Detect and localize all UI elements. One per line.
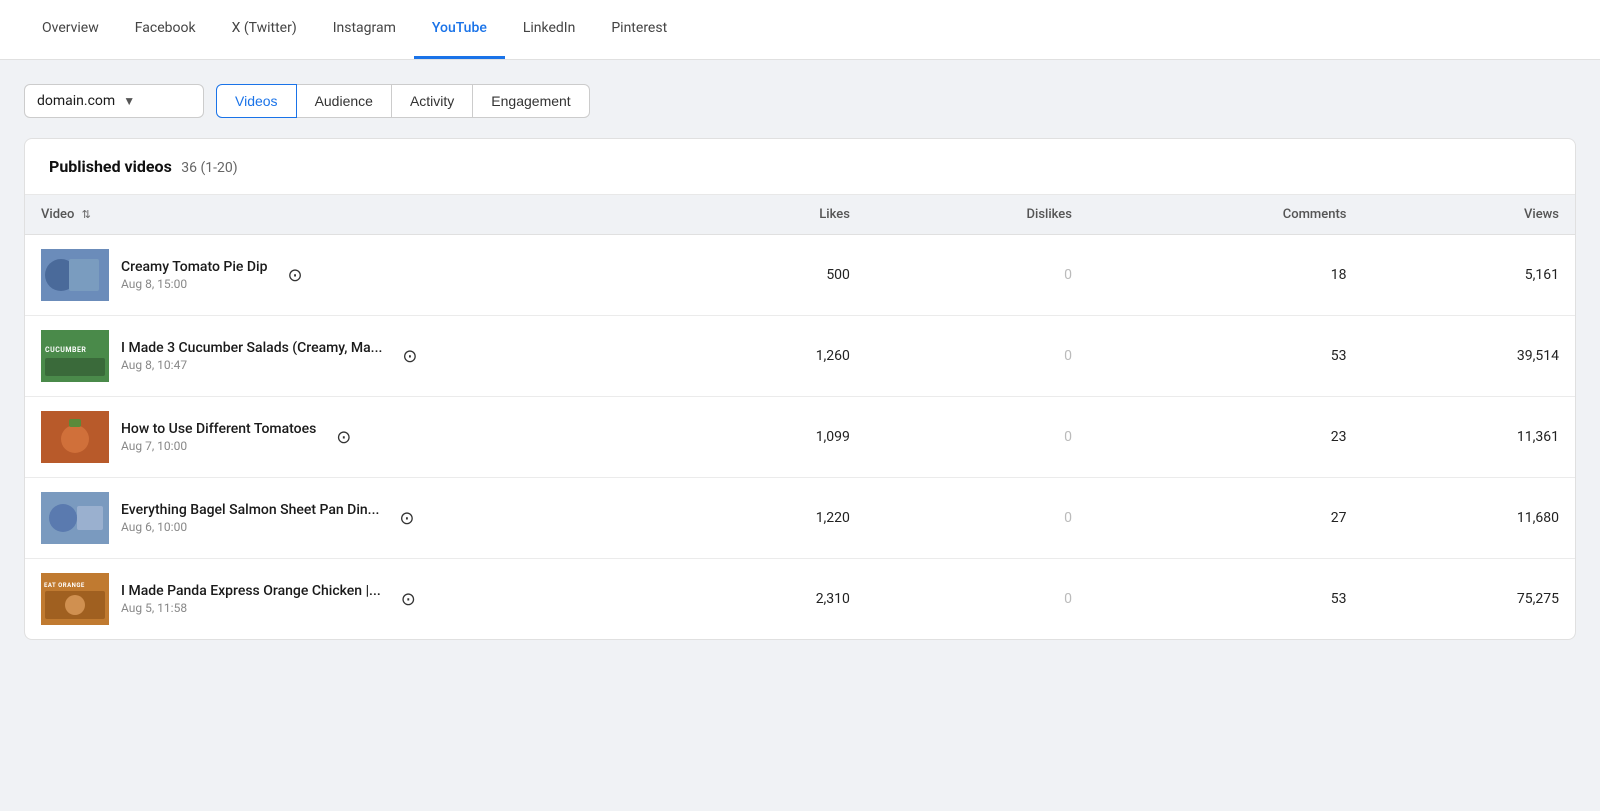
domain-label: domain.com bbox=[37, 93, 115, 109]
col-header-views: Views bbox=[1362, 195, 1575, 235]
video-dislikes: 0 bbox=[866, 316, 1088, 397]
play-icon[interactable]: ⊙ bbox=[401, 589, 416, 610]
nav-twitter[interactable]: X (Twitter) bbox=[214, 0, 315, 59]
video-info: Everything Bagel Salmon Sheet Pan Din...… bbox=[121, 502, 379, 534]
svg-text:EAT ORANGE: EAT ORANGE bbox=[44, 582, 85, 589]
card-header: Published videos 36 (1-20) bbox=[25, 139, 1575, 195]
video-thumbnail bbox=[41, 492, 109, 544]
nav-youtube[interactable]: YouTube bbox=[414, 0, 505, 59]
video-info: How to Use Different Tomatoes Aug 7, 10:… bbox=[121, 421, 316, 453]
video-thumbnail bbox=[41, 411, 109, 463]
table-row: How to Use Different Tomatoes Aug 7, 10:… bbox=[25, 397, 1575, 478]
svg-text:CUCUMBER: CUCUMBER bbox=[45, 346, 86, 354]
video-comments: 23 bbox=[1088, 397, 1363, 478]
table-row: EAT ORANGE I Made Panda Express Orange C… bbox=[25, 559, 1575, 640]
col-header-dislikes: Dislikes bbox=[866, 195, 1088, 235]
video-dislikes: 0 bbox=[866, 235, 1088, 316]
top-nav: Overview Facebook X (Twitter) Instagram … bbox=[0, 0, 1600, 60]
domain-selector[interactable]: domain.com ▼ bbox=[24, 84, 204, 118]
video-title: Everything Bagel Salmon Sheet Pan Din... bbox=[121, 502, 379, 518]
video-date: Aug 8, 15:00 bbox=[121, 277, 267, 291]
play-icon[interactable]: ⊙ bbox=[287, 265, 302, 286]
video-views: 11,680 bbox=[1362, 478, 1575, 559]
video-thumbnail bbox=[41, 249, 109, 301]
nav-facebook[interactable]: Facebook bbox=[117, 0, 214, 59]
video-info: I Made 3 Cucumber Salads (Creamy, Ma... … bbox=[121, 340, 382, 372]
card-title: Published videos bbox=[49, 157, 172, 176]
video-title: Creamy Tomato Pie Dip bbox=[121, 259, 267, 275]
video-thumbnail: EAT ORANGE bbox=[41, 573, 109, 625]
col-header-likes: Likes bbox=[676, 195, 866, 235]
video-cell-2: CUCUMBER I Made 3 Cucumber Salads (Cream… bbox=[25, 316, 676, 397]
video-thumbnail: CUCUMBER bbox=[41, 330, 109, 382]
video-comments: 53 bbox=[1088, 559, 1363, 640]
video-title: How to Use Different Tomatoes bbox=[121, 421, 316, 437]
video-title: I Made 3 Cucumber Salads (Creamy, Ma... bbox=[121, 340, 382, 356]
videos-table: Video ⇅ Likes Dislikes Comments Views bbox=[25, 195, 1575, 639]
sort-icon[interactable]: ⇅ bbox=[82, 208, 91, 221]
video-comments: 27 bbox=[1088, 478, 1363, 559]
tab-videos[interactable]: Videos bbox=[216, 84, 297, 118]
video-comments: 53 bbox=[1088, 316, 1363, 397]
video-likes: 2,310 bbox=[676, 559, 866, 640]
nav-pinterest[interactable]: Pinterest bbox=[593, 0, 685, 59]
tab-buttons: Videos Audience Activity Engagement bbox=[216, 84, 590, 118]
video-views: 11,361 bbox=[1362, 397, 1575, 478]
video-date: Aug 6, 10:00 bbox=[121, 520, 379, 534]
nav-overview[interactable]: Overview bbox=[24, 0, 117, 59]
video-title: I Made Panda Express Orange Chicken |... bbox=[121, 583, 381, 599]
video-views: 75,275 bbox=[1362, 559, 1575, 640]
table-row: Creamy Tomato Pie Dip Aug 8, 15:00 ⊙ 500… bbox=[25, 235, 1575, 316]
video-dislikes: 0 bbox=[866, 559, 1088, 640]
play-icon[interactable]: ⊙ bbox=[402, 346, 417, 367]
video-info: Creamy Tomato Pie Dip Aug 8, 15:00 bbox=[121, 259, 267, 291]
video-likes: 1,220 bbox=[676, 478, 866, 559]
main-content: domain.com ▼ Videos Audience Activity En… bbox=[0, 60, 1600, 664]
video-cell-3: How to Use Different Tomatoes Aug 7, 10:… bbox=[25, 397, 676, 478]
video-cell-5: EAT ORANGE I Made Panda Express Orange C… bbox=[25, 559, 676, 640]
video-cell-4: Everything Bagel Salmon Sheet Pan Din...… bbox=[25, 478, 676, 559]
nav-instagram[interactable]: Instagram bbox=[315, 0, 414, 59]
video-date: Aug 5, 11:58 bbox=[121, 601, 381, 615]
tab-activity[interactable]: Activity bbox=[392, 84, 473, 118]
tab-engagement[interactable]: Engagement bbox=[473, 84, 589, 118]
video-views: 39,514 bbox=[1362, 316, 1575, 397]
filter-row: domain.com ▼ Videos Audience Activity En… bbox=[24, 84, 1576, 118]
chevron-down-icon: ▼ bbox=[123, 94, 135, 108]
play-icon[interactable]: ⊙ bbox=[336, 427, 351, 448]
video-views: 5,161 bbox=[1362, 235, 1575, 316]
video-dislikes: 0 bbox=[866, 397, 1088, 478]
video-cell-1: Creamy Tomato Pie Dip Aug 8, 15:00 ⊙ bbox=[25, 235, 676, 316]
table-row: CUCUMBER I Made 3 Cucumber Salads (Cream… bbox=[25, 316, 1575, 397]
col-header-video: Video ⇅ bbox=[25, 195, 676, 235]
table-header-row: Video ⇅ Likes Dislikes Comments Views bbox=[25, 195, 1575, 235]
video-comments: 18 bbox=[1088, 235, 1363, 316]
video-date: Aug 8, 10:47 bbox=[121, 358, 382, 372]
video-date: Aug 7, 10:00 bbox=[121, 439, 316, 453]
video-dislikes: 0 bbox=[866, 478, 1088, 559]
published-videos-card: Published videos 36 (1-20) Video ⇅ Likes… bbox=[24, 138, 1576, 640]
video-info: I Made Panda Express Orange Chicken |...… bbox=[121, 583, 381, 615]
col-header-comments: Comments bbox=[1088, 195, 1363, 235]
card-title-count: 36 (1-20) bbox=[181, 160, 237, 176]
video-likes: 500 bbox=[676, 235, 866, 316]
tab-audience[interactable]: Audience bbox=[297, 84, 392, 118]
table-row: Everything Bagel Salmon Sheet Pan Din...… bbox=[25, 478, 1575, 559]
play-icon[interactable]: ⊙ bbox=[399, 508, 414, 529]
video-likes: 1,260 bbox=[676, 316, 866, 397]
video-likes: 1,099 bbox=[676, 397, 866, 478]
nav-linkedin[interactable]: LinkedIn bbox=[505, 0, 594, 59]
